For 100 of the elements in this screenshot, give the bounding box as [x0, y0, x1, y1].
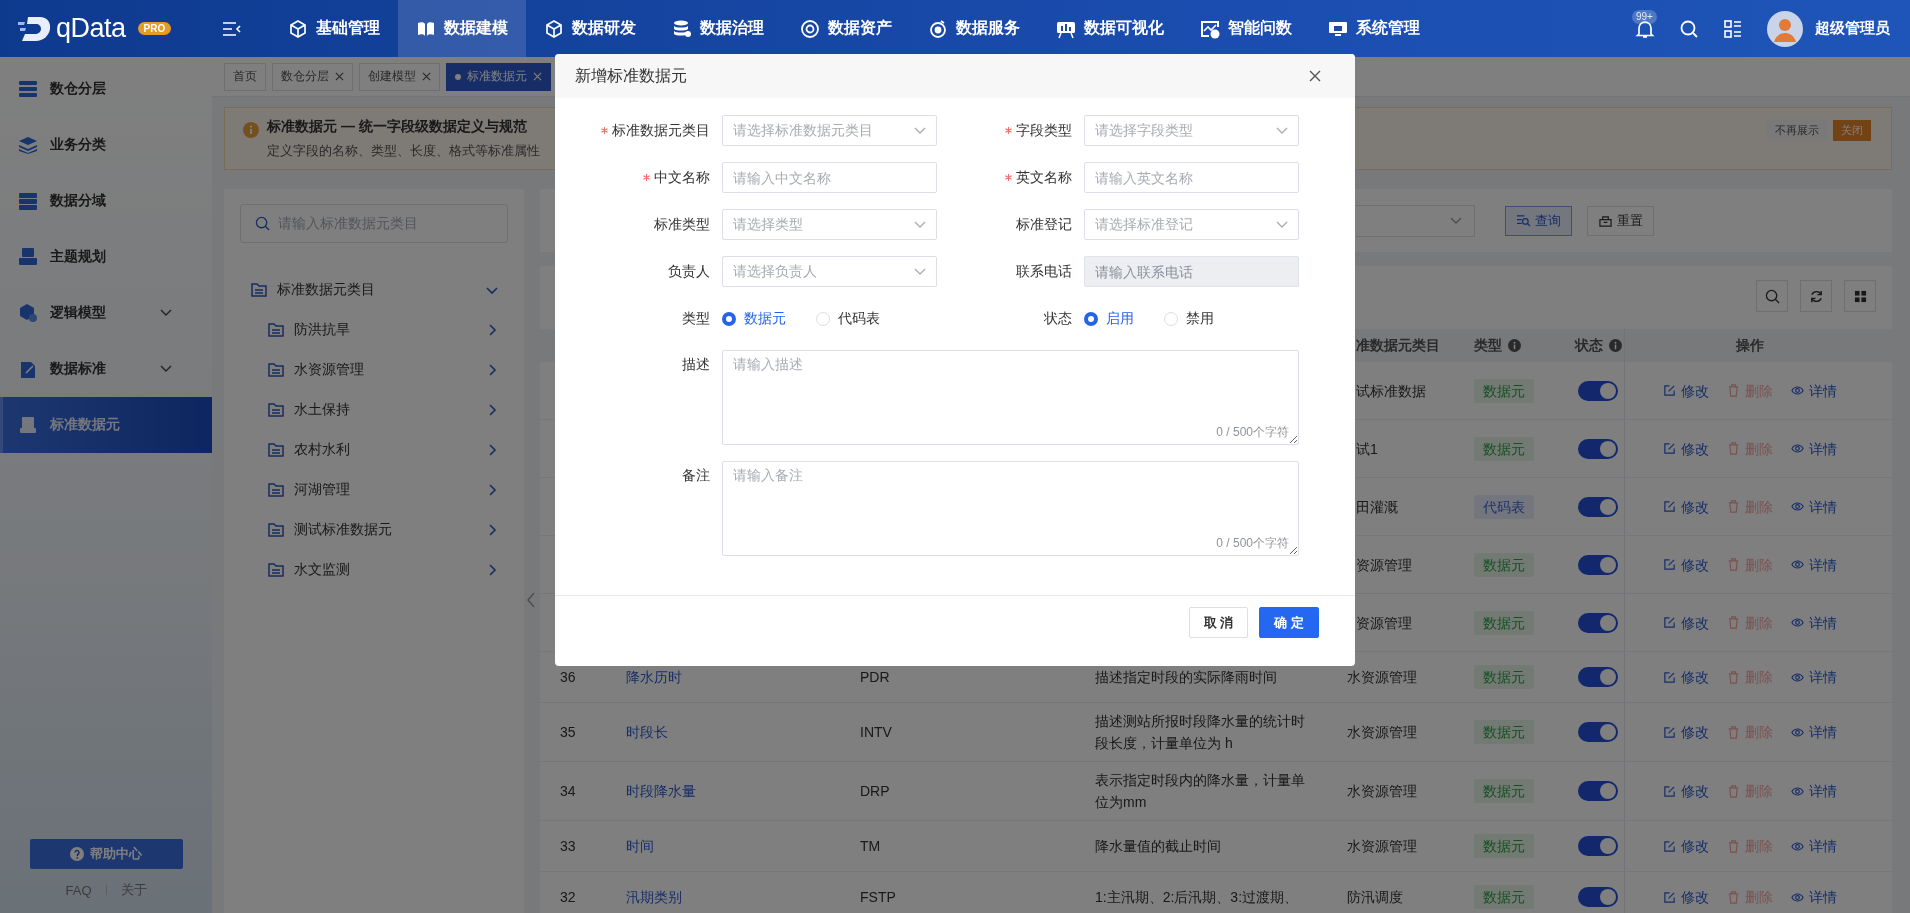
- action-link[interactable]: 修改: [1662, 780, 1709, 802]
- status-switch[interactable]: [1578, 887, 1618, 907]
- nav-item[interactable]: 数据可视化: [1038, 0, 1182, 57]
- name-link[interactable]: 时间: [626, 838, 654, 854]
- status-switch[interactable]: [1578, 496, 1618, 517]
- bell-icon[interactable]: [1635, 18, 1655, 39]
- sidebar-item[interactable]: 数据分域: [0, 173, 212, 229]
- dialog-button[interactable]: 取 消: [1188, 607, 1249, 638]
- action-link[interactable]: 详情: [1790, 886, 1837, 908]
- search-icon[interactable]: [1679, 18, 1699, 39]
- tree-node[interactable]: 防洪抗旱: [240, 310, 508, 350]
- action-link[interactable]: 修改: [1662, 835, 1709, 857]
- sidebar-item[interactable]: 主题规划: [0, 229, 212, 285]
- close-icon[interactable]: [335, 72, 344, 81]
- radio-option[interactable]: 禁用: [1164, 309, 1214, 328]
- status-switch[interactable]: [1578, 667, 1618, 687]
- select-field[interactable]: 请选择负责人: [722, 256, 937, 287]
- page-tab[interactable]: 数仓分层: [272, 62, 353, 91]
- page-tab[interactable]: 首页: [224, 62, 266, 91]
- status-switch[interactable]: [1578, 836, 1618, 856]
- action-link[interactable]: 修改: [1662, 495, 1709, 518]
- name-link[interactable]: 降水历时: [626, 669, 682, 685]
- tree-node[interactable]: 河湖管理: [240, 470, 508, 510]
- action-link[interactable]: 详情: [1790, 553, 1837, 576]
- filter-button[interactable]: 查询: [1505, 205, 1572, 236]
- menu-icon[interactable]: [222, 20, 242, 37]
- radio-option[interactable]: 数据元: [722, 309, 786, 328]
- select-field[interactable]: 请选择标准数据元类目: [722, 115, 937, 146]
- status-switch[interactable]: [1578, 781, 1618, 801]
- radio-option[interactable]: 代码表: [816, 309, 880, 328]
- action-link[interactable]: 详情: [1790, 835, 1837, 857]
- action-link[interactable]: 修改: [1662, 437, 1709, 460]
- refresh-button[interactable]: [1800, 280, 1832, 312]
- action-link[interactable]: 详情: [1790, 721, 1837, 743]
- nav-item[interactable]: 数据治理: [654, 0, 782, 57]
- nav-item[interactable]: 基础管理: [270, 0, 398, 57]
- footer-link[interactable]: FAQ: [65, 882, 92, 898]
- name-link[interactable]: 汛期类别: [626, 889, 682, 905]
- nav-item[interactable]: 数据资产: [782, 0, 910, 57]
- sidebar-item[interactable]: 数仓分层: [0, 61, 212, 117]
- nav-item[interactable]: 系统管理: [1310, 0, 1438, 57]
- notice-button[interactable]: 不再展示: [1767, 120, 1827, 141]
- table-cell-text: PDR: [859, 668, 891, 687]
- action-link[interactable]: 详情: [1790, 780, 1837, 802]
- nav-item[interactable]: 数据建模: [398, 0, 526, 57]
- action-link[interactable]: 修改: [1662, 886, 1709, 908]
- page-tab[interactable]: 创建模型: [359, 62, 440, 91]
- grid-menu-icon[interactable]: [1723, 18, 1743, 39]
- notice-button[interactable]: 关闭: [1833, 120, 1871, 141]
- action-link[interactable]: 详情: [1790, 495, 1837, 518]
- action-link[interactable]: 详情: [1790, 437, 1837, 460]
- trash-icon: [1726, 784, 1740, 798]
- action-link[interactable]: 详情: [1790, 666, 1837, 688]
- avatar[interactable]: [1767, 10, 1803, 47]
- tree-node[interactable]: 测试标准数据元: [240, 510, 508, 550]
- chevron-left-icon[interactable]: [526, 592, 536, 608]
- filter-button[interactable]: 重置: [1587, 205, 1654, 236]
- nav-item[interactable]: 数据研发: [526, 0, 654, 57]
- select-field[interactable]: [1356, 204, 1475, 237]
- action-link[interactable]: 详情: [1790, 379, 1837, 402]
- close-icon[interactable]: [1309, 70, 1321, 82]
- status-switch[interactable]: [1578, 438, 1618, 459]
- text-field[interactable]: 请输入中文名称: [722, 162, 937, 193]
- nav-item[interactable]: 数据服务: [910, 0, 1038, 57]
- text-field[interactable]: 请输入英文名称: [1084, 162, 1299, 193]
- close-icon[interactable]: [422, 72, 431, 81]
- tree-node[interactable]: 水文监测: [240, 550, 508, 590]
- user-name[interactable]: 超级管理员: [1815, 19, 1890, 38]
- sidebar-item[interactable]: 标准数据元: [0, 397, 212, 453]
- sidebar-item[interactable]: 数据标准: [0, 341, 212, 397]
- name-link[interactable]: 时段长: [626, 724, 668, 740]
- action-link[interactable]: 详情: [1790, 611, 1837, 634]
- tree-node[interactable]: 水土保持: [240, 390, 508, 430]
- field-label: 备注: [682, 467, 710, 485]
- footer-link[interactable]: 关于: [120, 881, 147, 899]
- tree-node[interactable]: 农村水利: [240, 430, 508, 470]
- name-link[interactable]: 时段降水量: [626, 783, 696, 799]
- page-tab[interactable]: 标准数据元: [446, 62, 551, 91]
- columns-button[interactable]: [1844, 280, 1876, 312]
- sidebar-item[interactable]: 业务分类: [0, 117, 212, 173]
- status-switch[interactable]: [1578, 380, 1618, 401]
- action-link[interactable]: 修改: [1662, 379, 1709, 402]
- radio-option[interactable]: 启用: [1084, 309, 1134, 328]
- help-button[interactable]: 帮助中心: [29, 839, 183, 869]
- status-switch[interactable]: [1578, 554, 1618, 575]
- select-field[interactable]: 请选择字段类型: [1084, 115, 1299, 146]
- tree-node[interactable]: 水资源管理: [240, 350, 508, 390]
- sidebar-item[interactable]: 逻辑模型: [0, 285, 212, 341]
- tree-node[interactable]: 标准数据元类目: [240, 270, 508, 310]
- action-link[interactable]: 修改: [1662, 553, 1709, 576]
- status-switch[interactable]: [1578, 722, 1618, 742]
- nav-item[interactable]: 智能问数: [1182, 0, 1310, 57]
- status-switch[interactable]: [1578, 612, 1618, 633]
- select-field[interactable]: 请选择类型: [722, 209, 937, 240]
- search-button[interactable]: [1756, 280, 1788, 312]
- select-field[interactable]: 请选择标准登记: [1084, 209, 1299, 240]
- action-link[interactable]: 修改: [1662, 721, 1709, 743]
- action-link[interactable]: 修改: [1662, 611, 1709, 634]
- dialog-button[interactable]: 确 定: [1259, 607, 1319, 638]
- action-link[interactable]: 修改: [1662, 666, 1709, 688]
